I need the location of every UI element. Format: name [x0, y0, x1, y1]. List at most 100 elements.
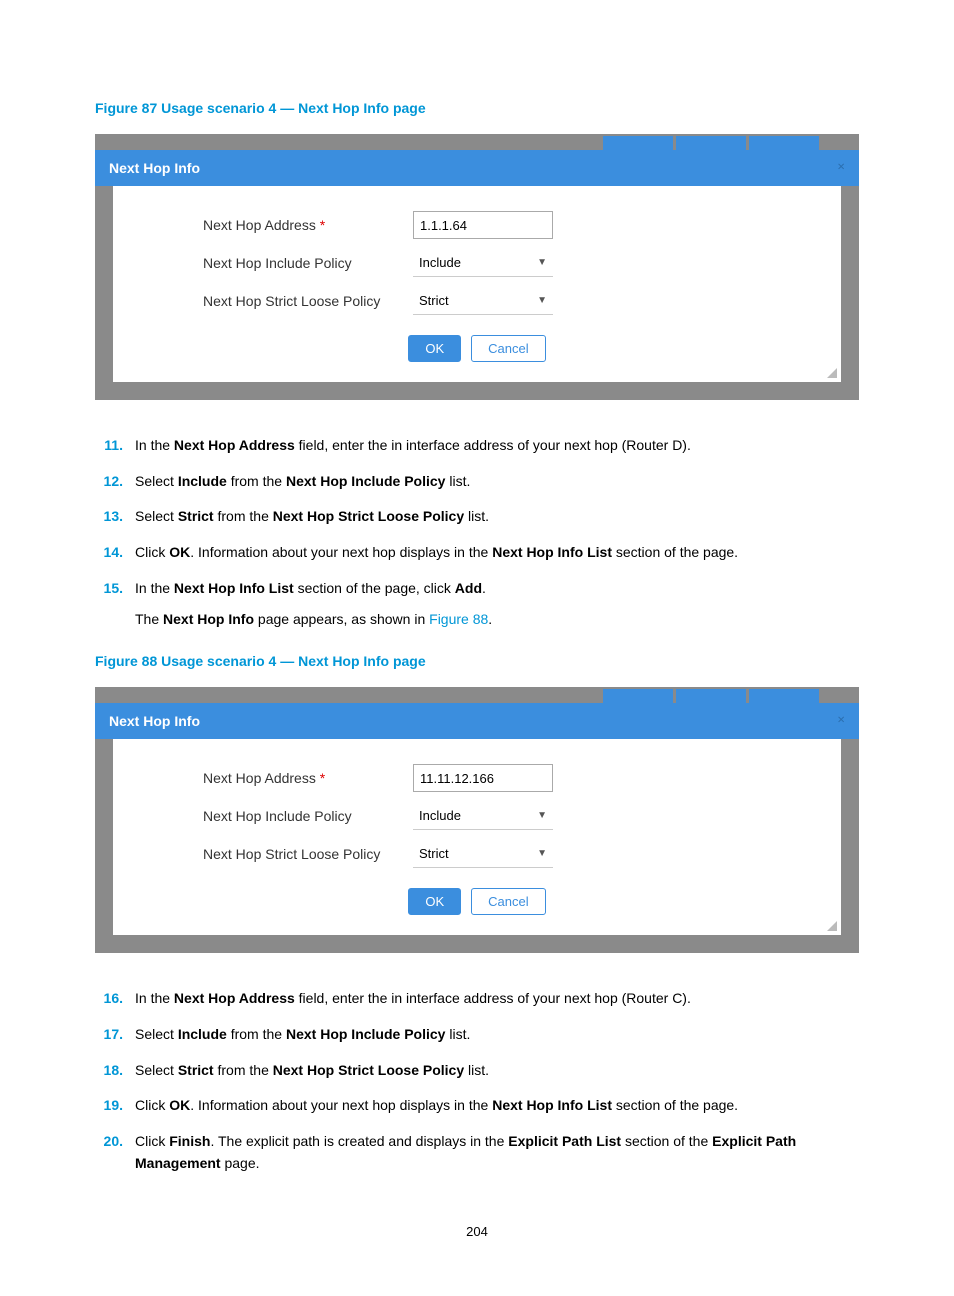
t: from the — [227, 473, 286, 489]
figure-88-caption: Figure 88 Usage scenario 4 — Next Hop In… — [95, 653, 859, 669]
step-18: 18. Select Strict from the Next Hop Stri… — [95, 1060, 859, 1082]
step-number: 13. — [95, 506, 123, 528]
t: Include — [178, 473, 227, 489]
t: Strict — [178, 508, 214, 524]
select-value: Include — [419, 808, 461, 823]
tab-strip-item — [676, 136, 746, 150]
step-body: Select Include from the Next Hop Include… — [135, 1024, 859, 1046]
t: Next Hop Info List — [492, 544, 612, 560]
t: OK — [169, 544, 190, 560]
t: Next Hop Info List — [174, 580, 294, 596]
t: Click — [135, 1097, 169, 1113]
form-row-strict: Next Hop Strict Loose Policy Strict ▼ — [153, 287, 801, 315]
t: Next Hop Strict Loose Policy — [273, 1062, 464, 1078]
page-number: 204 — [95, 1224, 859, 1239]
next-hop-address-input[interactable] — [413, 764, 553, 792]
address-label: Next Hop Address * — [153, 217, 393, 233]
close-icon[interactable]: × — [837, 160, 845, 176]
cancel-button[interactable]: Cancel — [471, 335, 545, 362]
step-number: 14. — [95, 542, 123, 564]
dialog-header: Next Hop Info × — [95, 150, 859, 186]
step-sub: The Next Hop Info page appears, as shown… — [135, 609, 859, 631]
t: Click — [135, 544, 169, 560]
strict-loose-policy-select[interactable]: Strict ▼ — [413, 840, 553, 868]
ok-button[interactable]: OK — [408, 335, 461, 362]
t: from the — [227, 1026, 286, 1042]
step-14: 14. Click OK. Information about your nex… — [95, 542, 859, 564]
t: . The explicit path is created and displ… — [210, 1133, 508, 1149]
strict-label: Next Hop Strict Loose Policy — [153, 846, 393, 862]
step-number: 17. — [95, 1024, 123, 1046]
step-20: 20. Click Finish. The explicit path is c… — [95, 1131, 859, 1174]
t: Click — [135, 1133, 169, 1149]
t: list. — [445, 473, 470, 489]
step-number: 15. — [95, 578, 123, 631]
t: . — [488, 611, 492, 627]
step-body: In the Next Hop Info List section of the… — [135, 578, 859, 631]
step-17: 17. Select Include from the Next Hop Inc… — [95, 1024, 859, 1046]
ok-button[interactable]: OK — [408, 888, 461, 915]
t: Include — [178, 1026, 227, 1042]
button-row: OK Cancel — [153, 888, 801, 915]
step-number: 16. — [95, 988, 123, 1010]
figure-88-link[interactable]: Figure 88 — [429, 611, 488, 627]
t: Next Hop Address — [174, 437, 295, 453]
resize-grip-icon[interactable] — [825, 919, 837, 931]
tab-strip-item — [603, 689, 673, 703]
step-number: 11. — [95, 435, 123, 457]
step-number: 18. — [95, 1060, 123, 1082]
resize-grip-icon[interactable] — [825, 366, 837, 378]
t: Explicit Path List — [508, 1133, 621, 1149]
t: Next Hop Include Policy — [286, 1026, 445, 1042]
t: Select — [135, 1062, 178, 1078]
dialog-title: Next Hop Info — [109, 713, 200, 729]
steps-list-2: 16. In the Next Hop Address field, enter… — [95, 988, 859, 1174]
chevron-down-icon: ▼ — [537, 257, 547, 268]
include-policy-select[interactable]: Include ▼ — [413, 249, 553, 277]
tab-strip — [95, 687, 859, 703]
t: In the — [135, 437, 174, 453]
form-row-include: Next Hop Include Policy Include ▼ — [153, 802, 801, 830]
strict-label: Next Hop Strict Loose Policy — [153, 293, 393, 309]
t: list. — [464, 508, 489, 524]
t: section of the page. — [612, 1097, 738, 1113]
step-12: 12. Select Include from the Next Hop Inc… — [95, 471, 859, 493]
form-row-address: Next Hop Address * — [153, 211, 801, 239]
select-value: Strict — [419, 293, 449, 308]
cancel-button[interactable]: Cancel — [471, 888, 545, 915]
t: Next Hop Info — [163, 611, 254, 627]
address-label: Next Hop Address * — [153, 770, 393, 786]
step-number: 12. — [95, 471, 123, 493]
t: Select — [135, 508, 178, 524]
t: The — [135, 611, 163, 627]
t: Select — [135, 1026, 178, 1042]
dialog-title: Next Hop Info — [109, 160, 200, 176]
step-15: 15. In the Next Hop Info List section of… — [95, 578, 859, 631]
figure-88-dialog: Next Hop Info × Next Hop Address * Next … — [95, 687, 859, 953]
t: list. — [445, 1026, 470, 1042]
tab-strip-item — [749, 136, 819, 150]
step-body: Click Finish. The explicit path is creat… — [135, 1131, 859, 1174]
next-hop-address-input[interactable] — [413, 211, 553, 239]
required-asterisk: * — [320, 770, 325, 786]
t: section of the — [621, 1133, 712, 1149]
t: In the — [135, 990, 174, 1006]
dialog-pad — [95, 382, 859, 400]
chevron-down-icon: ▼ — [537, 848, 547, 859]
dialog-body: Next Hop Address * Next Hop Include Poli… — [113, 186, 841, 382]
include-label: Next Hop Include Policy — [153, 255, 393, 271]
t: . Information about your next hop displa… — [190, 544, 492, 560]
include-policy-select[interactable]: Include ▼ — [413, 802, 553, 830]
t: Next Hop Info List — [492, 1097, 612, 1113]
select-value: Include — [419, 255, 461, 270]
close-icon[interactable]: × — [837, 713, 845, 729]
step-number: 20. — [95, 1131, 123, 1174]
strict-loose-policy-select[interactable]: Strict ▼ — [413, 287, 553, 315]
t: list. — [464, 1062, 489, 1078]
t: field, enter the in interface address of… — [295, 990, 691, 1006]
t: section of the page. — [612, 544, 738, 560]
t: OK — [169, 1097, 190, 1113]
form-row-address: Next Hop Address * — [153, 764, 801, 792]
t: from the — [214, 1062, 273, 1078]
dialog-header: Next Hop Info × — [95, 703, 859, 739]
